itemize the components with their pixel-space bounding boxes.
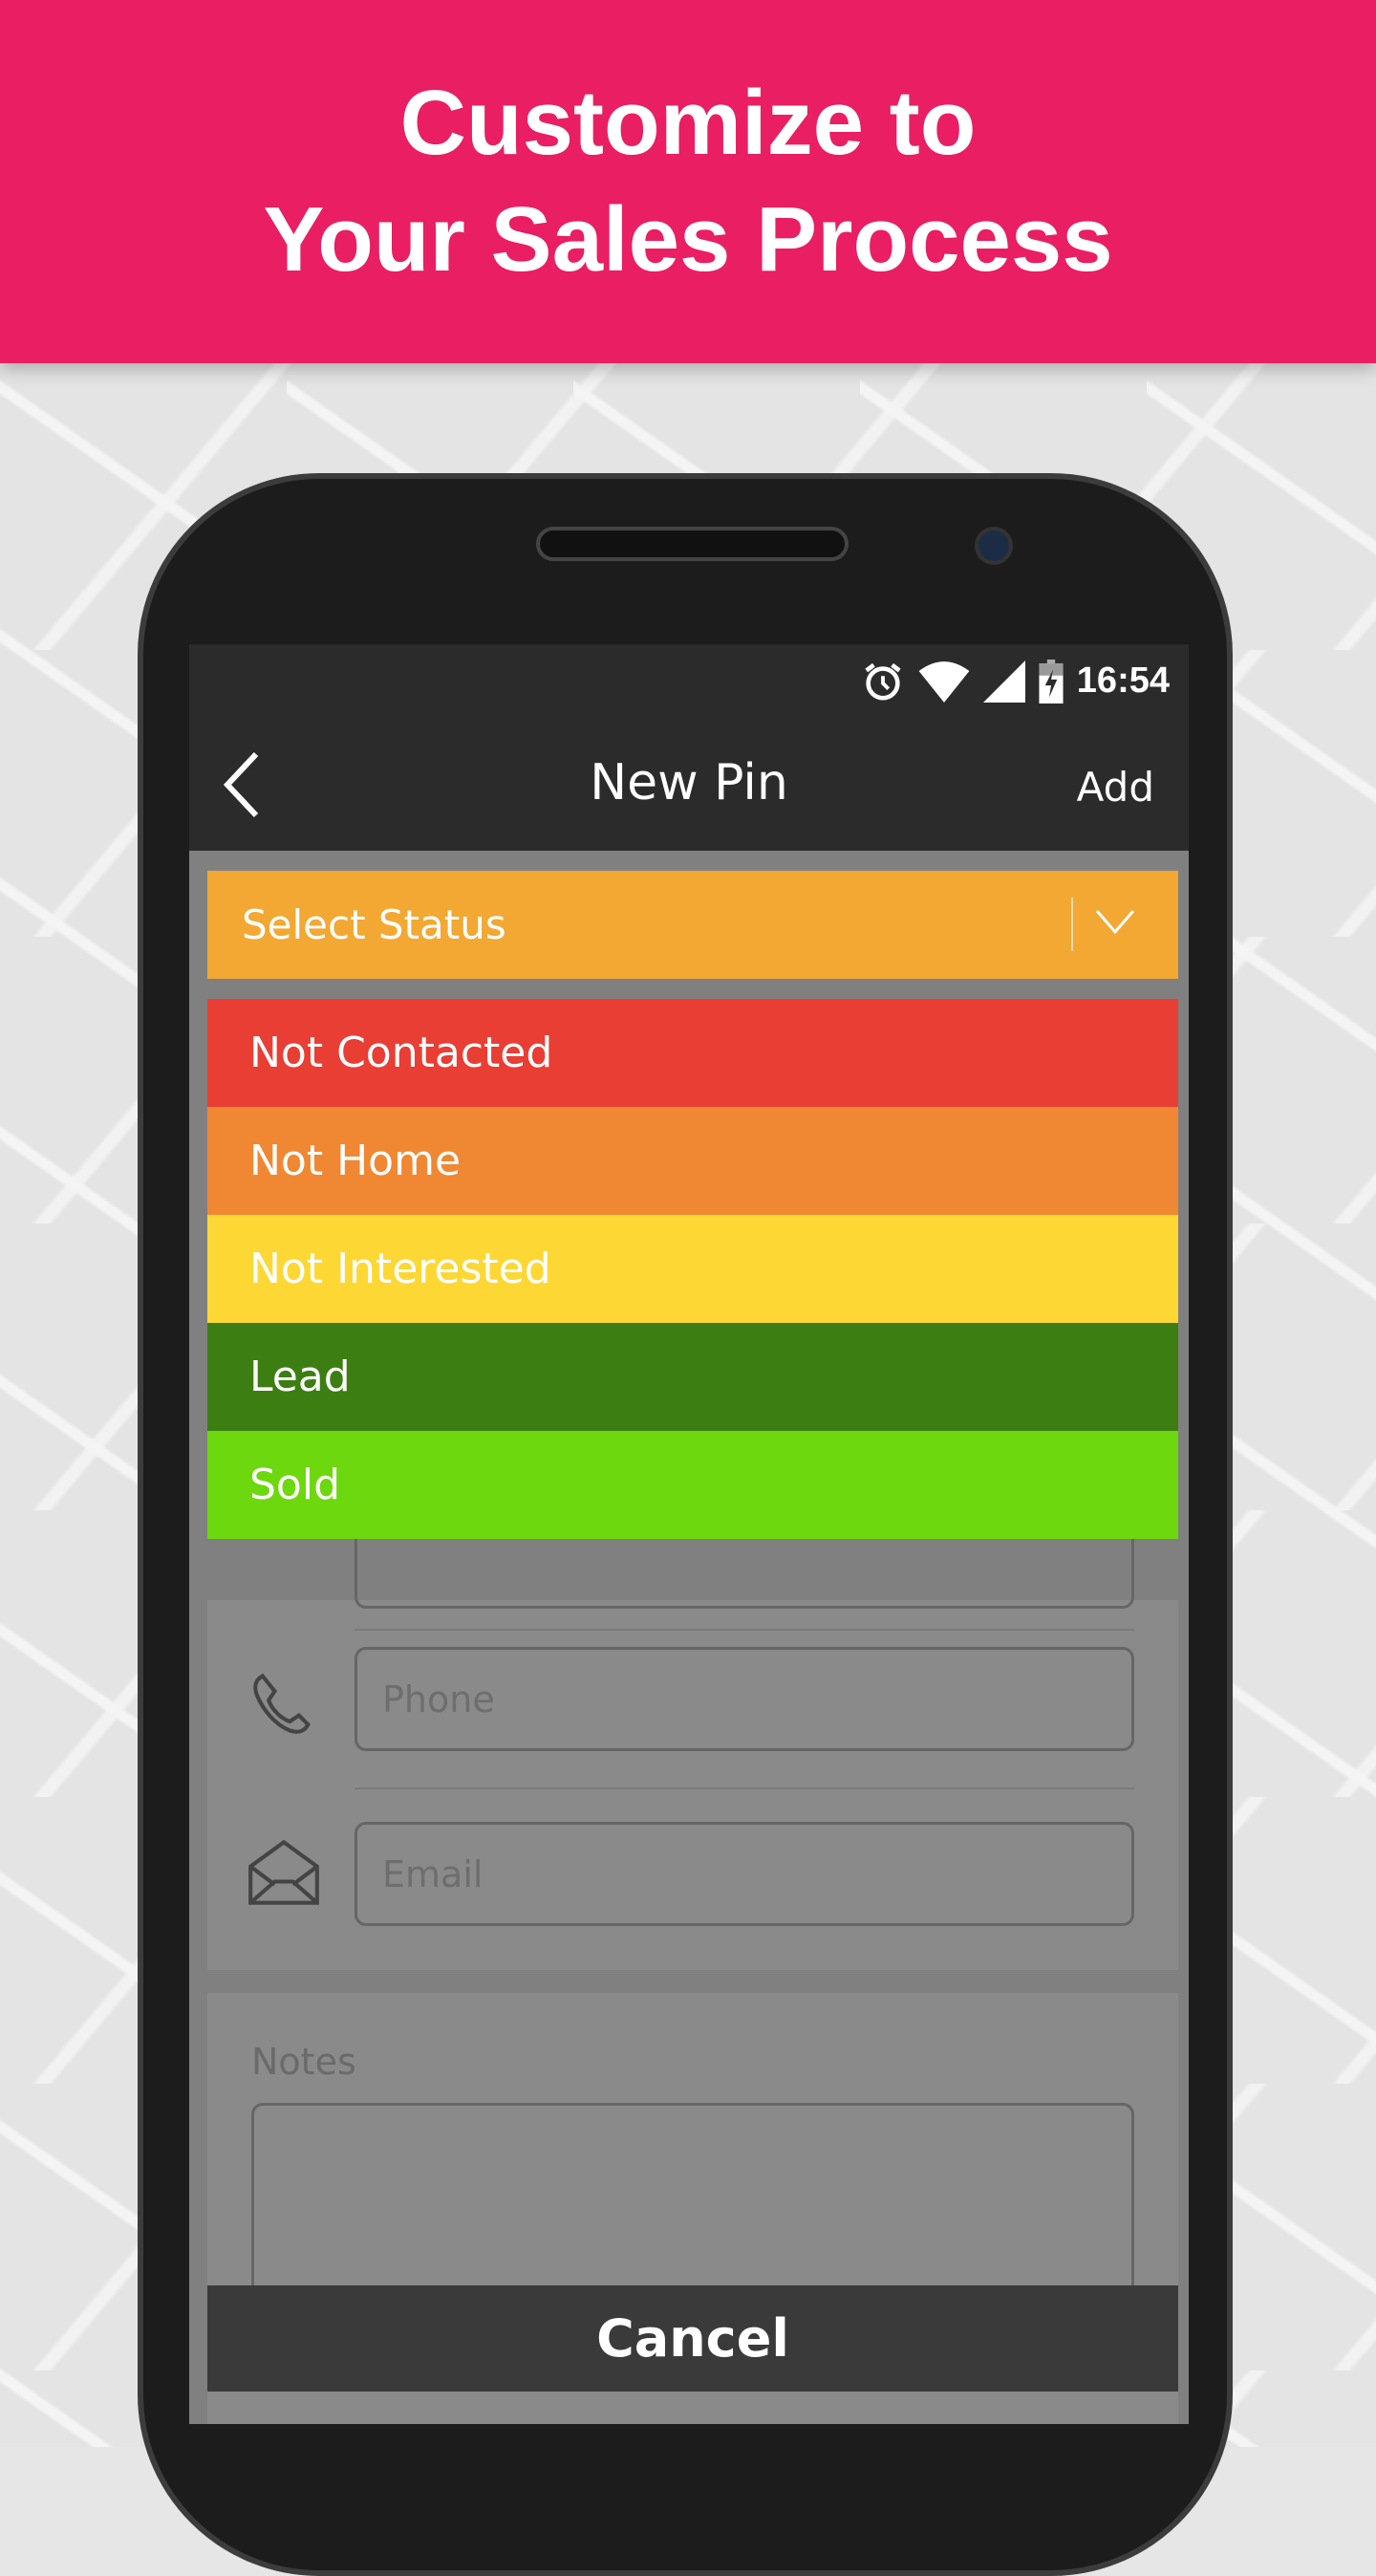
select-divider [1071, 898, 1073, 951]
status-option-sold[interactable]: Sold [207, 1431, 1178, 1539]
phone-placeholder: Phone [382, 1678, 495, 1721]
status-option-lead[interactable]: Lead [207, 1323, 1178, 1431]
phone-screen: 16:54 New Pin Add Select Status Phone Em… [189, 644, 1189, 2424]
battery-charging-icon [1039, 659, 1064, 704]
status-bar: 16:54 [189, 644, 1189, 718]
phone-input[interactable]: Phone [355, 1647, 1134, 1751]
contact-card: Phone Email [207, 1504, 1178, 1970]
notes-label: Notes [251, 2041, 356, 2083]
status-dropdown-list: Not Contacted Not Home Not Interested Le… [207, 999, 1178, 1539]
banner-line-1: Customize to [399, 72, 977, 174]
promo-banner: Customize to Your Sales Process [0, 0, 1376, 363]
add-button[interactable]: Add [1077, 764, 1154, 811]
status-select-label: Select Status [242, 901, 506, 948]
alarm-icon [865, 662, 901, 701]
page-title: New Pin [590, 754, 788, 812]
phone-speaker [536, 527, 849, 561]
cancel-button[interactable]: Cancel [207, 2285, 1178, 2392]
status-option-not-home[interactable]: Not Home [207, 1107, 1178, 1215]
toolbar: New Pin Add [189, 718, 1189, 851]
wifi-icon [918, 660, 970, 703]
status-option-not-interested[interactable]: Not Interested [207, 1215, 1178, 1323]
phone-camera [975, 527, 1013, 565]
divider [355, 1787, 1134, 1789]
divider [355, 1629, 1134, 1631]
email-placeholder: Email [382, 1853, 484, 1895]
banner-line-2: Your Sales Process [263, 188, 1113, 291]
signal-icon [982, 660, 1025, 703]
clock: 16:54 [1076, 660, 1170, 701]
status-select[interactable]: Select Status [207, 871, 1178, 979]
phone-icon [253, 1673, 311, 1734]
status-option-not-contacted[interactable]: Not Contacted [207, 999, 1178, 1107]
chevron-down-icon [1095, 910, 1135, 935]
envelope-icon [248, 1839, 319, 1905]
email-input[interactable]: Email [355, 1822, 1134, 1926]
